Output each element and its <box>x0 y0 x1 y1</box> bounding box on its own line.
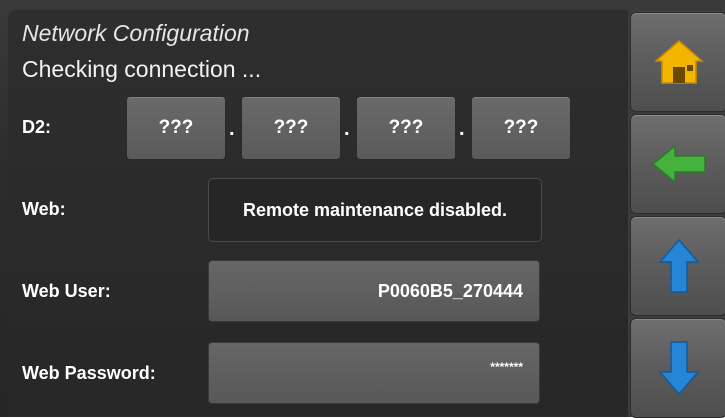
back-arrow-icon <box>651 144 706 184</box>
back-button[interactable] <box>630 114 725 214</box>
arrow-down-icon <box>657 341 700 396</box>
web-password-field[interactable]: ******* <box>208 342 540 404</box>
scroll-up-button[interactable] <box>630 216 725 316</box>
d2-octet-4[interactable]: ??? <box>471 96 571 160</box>
d2-separator-1: . <box>229 118 235 140</box>
d2-separator-2: . <box>344 118 350 140</box>
web-status-field: Remote maintenance disabled. <box>208 178 542 242</box>
page-title: Network Configuration <box>22 20 250 46</box>
status-text: Checking connection ... <box>22 56 262 82</box>
home-icon <box>653 40 704 84</box>
arrow-up-icon <box>657 238 700 293</box>
home-button[interactable] <box>630 12 725 112</box>
screen: Network Configuration Checking connectio… <box>0 0 725 418</box>
d2-label: D2: <box>22 117 52 137</box>
web-password-label: Web Password: <box>22 363 156 383</box>
web-user-label: Web User: <box>22 281 111 301</box>
scroll-down-button[interactable] <box>630 318 725 418</box>
d2-octet-3[interactable]: ??? <box>356 96 456 160</box>
web-user-field[interactable]: P0060B5_270444 <box>208 260 540 322</box>
d2-separator-3: . <box>459 118 465 140</box>
d2-octet-2[interactable]: ??? <box>241 96 341 160</box>
d2-octet-1[interactable]: ??? <box>126 96 226 160</box>
web-label: Web: <box>22 199 66 219</box>
